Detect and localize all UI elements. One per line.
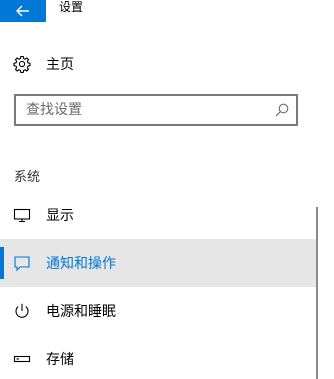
search-icon[interactable] xyxy=(274,102,290,118)
power-icon xyxy=(13,302,31,320)
storage-icon xyxy=(13,350,31,368)
search-box[interactable] xyxy=(14,94,298,126)
nav-item-label: 电源和睡眠 xyxy=(46,304,116,320)
nav-item-label: 通知和操作 xyxy=(46,256,116,272)
scrollbar[interactable] xyxy=(316,207,318,379)
home-label: 主页 xyxy=(46,57,74,73)
nav-item-notifications[interactable]: 通知和操作 xyxy=(0,239,318,287)
nav-item-display[interactable]: 显示 xyxy=(0,191,318,239)
nav-item-storage[interactable]: 存储 xyxy=(0,335,318,379)
search-input[interactable] xyxy=(26,96,266,124)
window-title: 设置 xyxy=(59,0,84,14)
nav-item-label: 存储 xyxy=(46,352,74,368)
section-header-system: 系统 xyxy=(14,170,41,185)
nav-item-power-sleep[interactable]: 电源和睡眠 xyxy=(0,287,318,335)
selection-indicator xyxy=(0,247,4,279)
notification-icon xyxy=(13,254,31,272)
nav-item-home[interactable]: 主页 xyxy=(0,50,320,78)
nav-item-label: 显示 xyxy=(46,208,74,224)
arrow-left-icon xyxy=(16,5,29,17)
back-button[interactable] xyxy=(0,0,46,22)
settings-window: 设置 主页 系统 显示 xyxy=(0,0,334,379)
monitor-icon xyxy=(13,206,31,224)
gear-icon xyxy=(13,55,31,73)
